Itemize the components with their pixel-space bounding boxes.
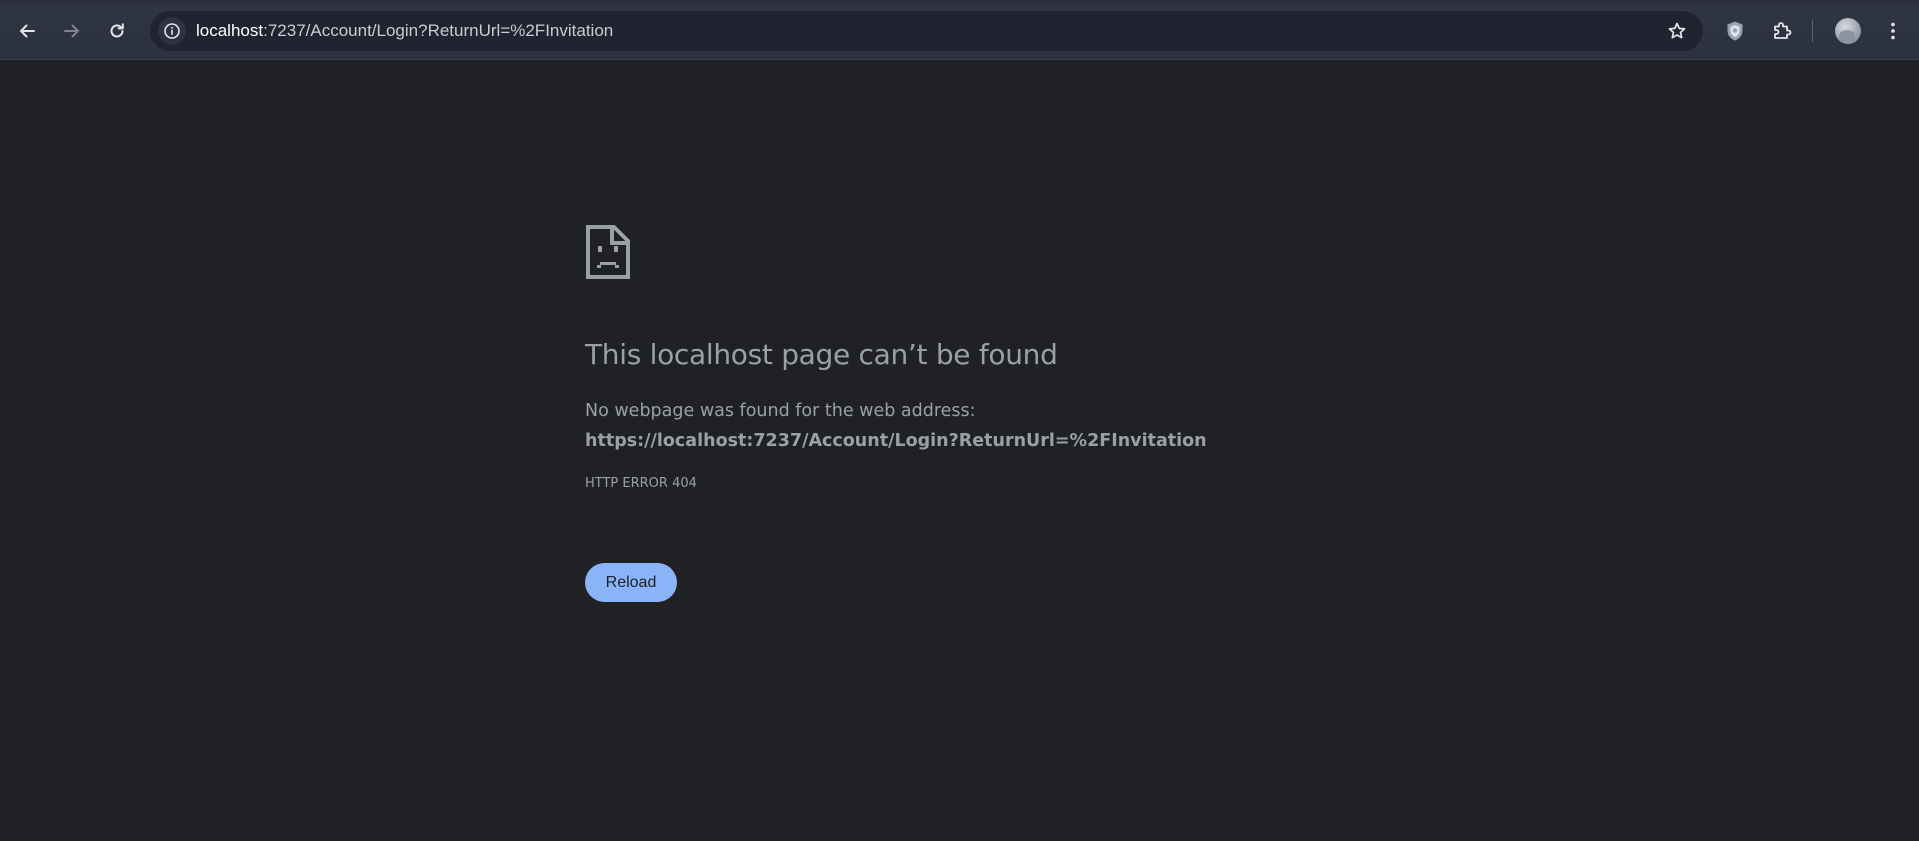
arrow-right-icon bbox=[64, 24, 79, 38]
extensions-button[interactable] bbox=[1764, 13, 1800, 49]
address-bar[interactable]: localhost:7237/Account/Login?ReturnUrl=%… bbox=[150, 11, 1703, 51]
error-title: This localhost page can’t be found bbox=[585, 338, 1058, 371]
forward-button[interactable] bbox=[54, 13, 90, 49]
menu-button[interactable] bbox=[1875, 13, 1911, 49]
avatar[interactable] bbox=[1835, 18, 1861, 44]
shield-icon bbox=[1727, 21, 1743, 41]
toolbar-divider bbox=[1812, 20, 1813, 42]
avatar-silhouette bbox=[1839, 30, 1855, 42]
reload-page-button[interactable]: Reload bbox=[585, 563, 677, 602]
url-text[interactable]: localhost:7237/Account/Login?ReturnUrl=%… bbox=[196, 21, 613, 41]
site-info-button[interactable] bbox=[158, 17, 186, 45]
kebab-menu-icon bbox=[1891, 22, 1895, 40]
puzzle-icon bbox=[1774, 22, 1792, 39]
url-path: :7237/Account/Login?ReturnUrl=%2FInvitat… bbox=[263, 21, 614, 40]
browser-toolbar: localhost:7237/Account/Login?ReturnUrl=%… bbox=[0, 0, 1919, 60]
reload-button[interactable] bbox=[99, 13, 135, 49]
tabstrip-edge bbox=[0, 0, 1919, 4]
info-icon bbox=[164, 23, 180, 39]
error-url: https://localhost:7237/Account/Login?Ret… bbox=[585, 431, 1207, 451]
extension-shield-button[interactable] bbox=[1717, 13, 1753, 49]
error-code: HTTP ERROR 404 bbox=[585, 476, 697, 491]
arrow-left-icon bbox=[20, 24, 35, 38]
error-description: No webpage was found for the web address… bbox=[585, 396, 1345, 456]
bookmark-button[interactable] bbox=[1661, 15, 1693, 47]
star-icon bbox=[1668, 22, 1686, 39]
reload-icon bbox=[110, 23, 124, 38]
url-host: localhost bbox=[196, 21, 264, 40]
back-button[interactable] bbox=[9, 13, 45, 49]
error-description-prefix: No webpage was found for the web address… bbox=[585, 401, 976, 421]
sad-page-icon bbox=[586, 225, 630, 279]
